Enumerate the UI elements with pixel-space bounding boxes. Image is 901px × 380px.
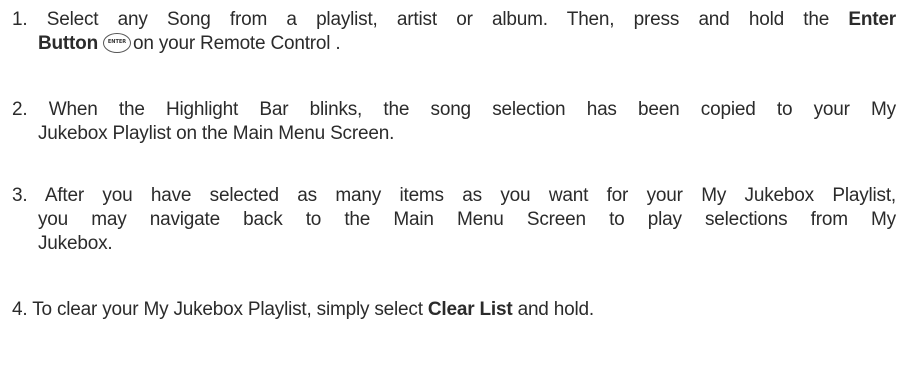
step-4: 4. To clear your My Jukebox Playlist, si…: [12, 298, 896, 322]
enter-button-icon: ENTER: [103, 33, 131, 53]
clear-list-label: Clear List: [427, 299, 513, 320]
step-4-line-1: 4. To clear your My Jukebox Playlist, si…: [12, 298, 896, 322]
button-label: Button: [38, 33, 98, 54]
step-number: 3.: [12, 185, 28, 206]
step-text: After you have selected as many items as…: [44, 185, 897, 206]
step-text: on your Remote Control .: [133, 33, 341, 54]
step-text: When the Highlight Bar blinks, the song …: [48, 99, 896, 120]
step-number: 1.: [12, 9, 28, 30]
step-3: 3. After you have selected as many items…: [12, 184, 896, 256]
step-number: 2.: [12, 99, 28, 120]
enter-label: Enter: [848, 9, 896, 30]
step-1: 1. Select any Song from a playlist, arti…: [12, 8, 896, 56]
step-2-line-1: 2. When the Highlight Bar blinks, the so…: [12, 98, 896, 122]
step-text: To clear your My Jukebox Playlist, simpl…: [32, 299, 423, 320]
step-2-line-2: Jukebox Playlist on the Main Menu Screen…: [38, 123, 395, 144]
step-2: 2. When the Highlight Bar blinks, the so…: [12, 98, 896, 146]
step-1-line-2: Button ENTER on your Remote Control .: [12, 32, 896, 56]
step-1-line-1: 1. Select any Song from a playlist, arti…: [12, 8, 896, 32]
step-number: 4.: [12, 299, 28, 320]
step-text: Select any Song from a playlist, artist …: [46, 9, 830, 30]
enter-icon-text: ENTER: [107, 39, 127, 45]
step-text: and hold.: [517, 299, 595, 320]
step-3-line-1: 3. After you have selected as many items…: [12, 184, 896, 208]
step-3-line-3: Jukebox.: [38, 233, 113, 254]
step-3-line-2: you may navigate back to the Main Menu S…: [38, 209, 896, 230]
instruction-document: 1. Select any Song from a playlist, arti…: [0, 0, 901, 380]
